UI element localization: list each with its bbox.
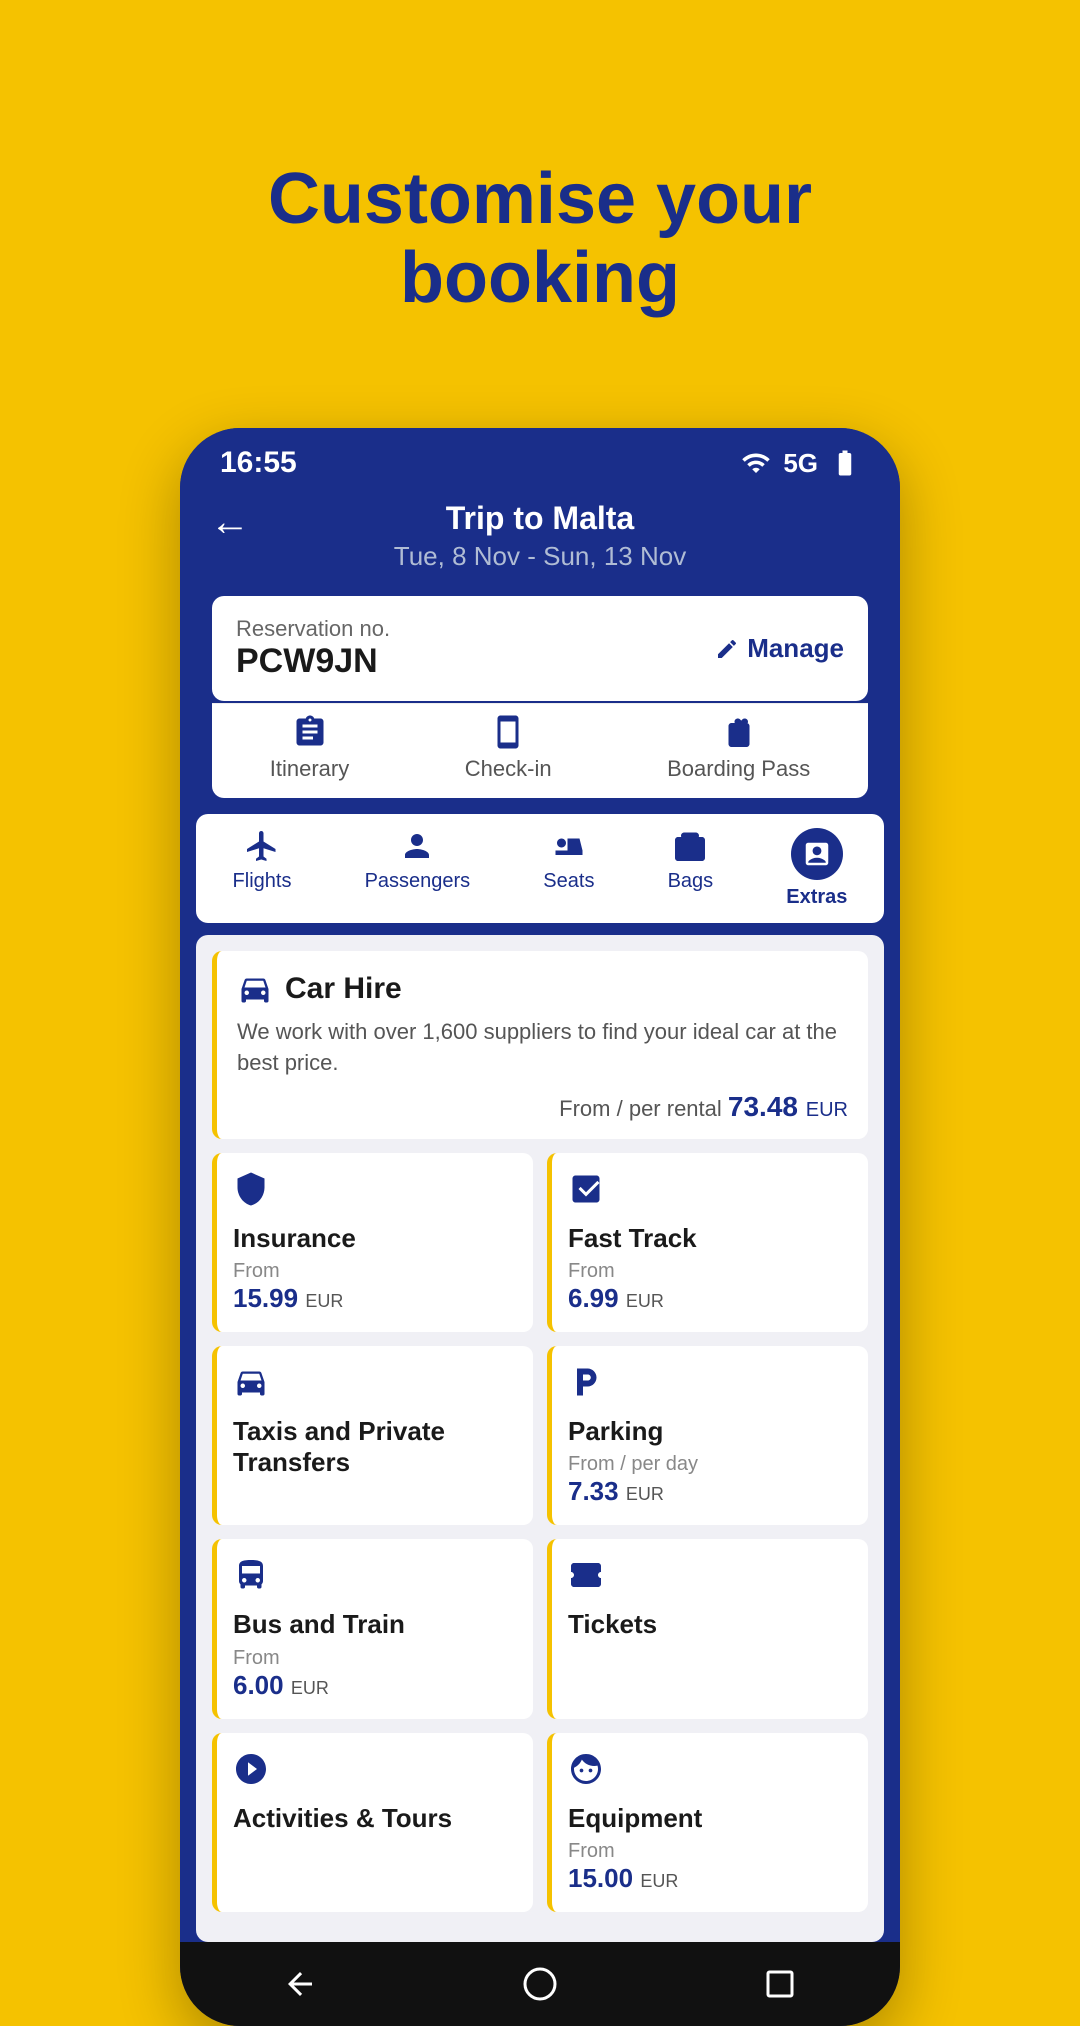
grid-row-1: Insurance From 15.99 EUR Fast Track From…: [212, 1153, 868, 1332]
car-hire-price: From / per rental 73.48 EUR: [237, 1091, 848, 1123]
nav-passengers[interactable]: Passengers: [365, 828, 471, 909]
bus-train-from: From: [233, 1647, 517, 1670]
boarding-tab-label: Boarding Pass: [667, 756, 810, 782]
bags-nav-label: Bags: [668, 870, 714, 893]
home-nav-icon: [522, 1966, 558, 2002]
manage-button[interactable]: Manage: [715, 633, 844, 664]
tickets-icon: [568, 1557, 604, 1593]
recents-nav-button[interactable]: [756, 1960, 804, 2008]
wifi-icon: [741, 448, 771, 478]
fast-track-icon: [568, 1171, 604, 1207]
insurance-title: Insurance: [233, 1223, 517, 1254]
status-icons: 5G: [741, 448, 860, 479]
back-nav-button[interactable]: [276, 1960, 324, 2008]
grid-row-2: Taxis and Private Transfers Parking From…: [212, 1346, 868, 1525]
taxis-card[interactable]: Taxis and Private Transfers: [212, 1346, 533, 1525]
status-bar: 16:55 5G: [180, 428, 900, 490]
tickets-title: Tickets: [568, 1609, 852, 1640]
bus-icon: [233, 1557, 269, 1593]
parking-price: 7.33 EUR: [568, 1476, 852, 1507]
nav-bags[interactable]: Bags: [668, 828, 714, 909]
itinerary-tab-label: Itinerary: [270, 756, 349, 782]
taxis-title: Taxis and Private Transfers: [233, 1416, 517, 1478]
car-hire-desc: We work with over 1,600 suppliers to fin…: [237, 1017, 848, 1079]
itinerary-icon: [292, 714, 328, 750]
trip-header: ← Trip to Malta Tue, 8 Nov - Sun, 13 Nov: [180, 490, 900, 596]
passengers-icon: [399, 828, 435, 864]
car-hire-title: Car Hire: [285, 972, 402, 1006]
grid-row-4: Activities & Tours Equipment From 15.00 …: [212, 1733, 868, 1912]
grid-row-3: Bus and Train From 6.00 EUR Tickets: [212, 1539, 868, 1718]
tab-boarding[interactable]: Boarding Pass: [667, 714, 810, 782]
equipment-icon: [568, 1751, 604, 1787]
taxi-icon: [233, 1364, 269, 1400]
tab-checkin[interactable]: Check-in: [465, 714, 552, 782]
manage-label[interactable]: Manage: [747, 633, 844, 664]
checkin-icon: [490, 714, 526, 750]
nav-flights[interactable]: Flights: [233, 828, 292, 909]
extras-nav-label: Extras: [786, 886, 847, 909]
insurance-card[interactable]: Insurance From 15.99 EUR: [212, 1153, 533, 1332]
status-time: 16:55: [220, 446, 297, 480]
pencil-icon: [715, 637, 739, 661]
battery-icon: [830, 448, 860, 478]
car-hire-amount: 73.48 EUR: [728, 1091, 848, 1122]
activities-card[interactable]: Activities & Tours: [212, 1733, 533, 1912]
insurance-icon: [233, 1171, 269, 1207]
equipment-title: Equipment: [568, 1803, 852, 1834]
phone-frame: 16:55 5G ← Trip to Malta Tue, 8 Nov - Su…: [180, 428, 900, 2025]
nav-extras[interactable]: Extras: [786, 828, 847, 909]
phone-bottom-bar: [180, 1942, 900, 2026]
parking-from: From / per day: [568, 1453, 852, 1476]
flights-icon: [244, 828, 280, 864]
trip-title: Trip to Malta: [220, 500, 860, 537]
parking-card[interactable]: Parking From / per day 7.33 EUR: [547, 1346, 868, 1525]
bags-icon: [672, 828, 708, 864]
tab-itinerary[interactable]: Itinerary: [270, 714, 349, 782]
extras-icon: [802, 839, 832, 869]
equipment-card[interactable]: Equipment From 15.00 EUR: [547, 1733, 868, 1912]
nav-seats[interactable]: Seats: [543, 828, 594, 909]
reservation-label: Reservation no.: [236, 616, 390, 642]
back-button[interactable]: ←: [210, 500, 250, 545]
fast-track-from: From: [568, 1260, 852, 1283]
home-nav-button[interactable]: [516, 1960, 564, 2008]
parking-icon: [568, 1364, 604, 1400]
reservation-number: PCW9JN: [236, 642, 390, 681]
seats-icon: [551, 828, 587, 864]
fast-track-card[interactable]: Fast Track From 6.99 EUR: [547, 1153, 868, 1332]
back-nav-icon: [282, 1966, 318, 2002]
parking-title: Parking: [568, 1416, 852, 1447]
seats-nav-label: Seats: [543, 870, 594, 893]
equipment-from: From: [568, 1840, 852, 1863]
signal-label: 5G: [783, 448, 818, 479]
fast-track-title: Fast Track: [568, 1223, 852, 1254]
car-hire-card[interactable]: Car Hire We work with over 1,600 supplie…: [212, 951, 868, 1139]
extras-content: Car Hire We work with over 1,600 supplie…: [196, 935, 884, 1941]
equipment-price: 15.00 EUR: [568, 1863, 852, 1894]
service-nav-bar: Flights Passengers Seats Bags: [196, 814, 884, 923]
reservation-card: Reservation no. PCW9JN Manage: [212, 596, 868, 701]
activities-title: Activities & Tours: [233, 1803, 517, 1834]
bus-train-title: Bus and Train: [233, 1609, 517, 1640]
trip-dates: Tue, 8 Nov - Sun, 13 Nov: [220, 541, 860, 572]
activities-icon: [233, 1751, 269, 1787]
flights-nav-label: Flights: [233, 870, 292, 893]
bus-train-price: 6.00 EUR: [233, 1670, 517, 1701]
main-title: Customise yourbooking: [208, 80, 872, 378]
recents-nav-icon: [762, 1966, 798, 2002]
insurance-from: From: [233, 1260, 517, 1283]
boarding-icon: [721, 714, 757, 750]
passengers-nav-label: Passengers: [365, 870, 471, 893]
bus-train-card[interactable]: Bus and Train From 6.00 EUR: [212, 1539, 533, 1718]
checkin-tab-label: Check-in: [465, 756, 552, 782]
booking-tabs: Itinerary Check-in Boarding Pass: [212, 703, 868, 798]
insurance-price: 15.99 EUR: [233, 1283, 517, 1314]
car-icon: [237, 971, 273, 1007]
tickets-card[interactable]: Tickets: [547, 1539, 868, 1718]
page-heading: Customise yourbooking: [128, 0, 952, 428]
fast-track-price: 6.99 EUR: [568, 1283, 852, 1314]
